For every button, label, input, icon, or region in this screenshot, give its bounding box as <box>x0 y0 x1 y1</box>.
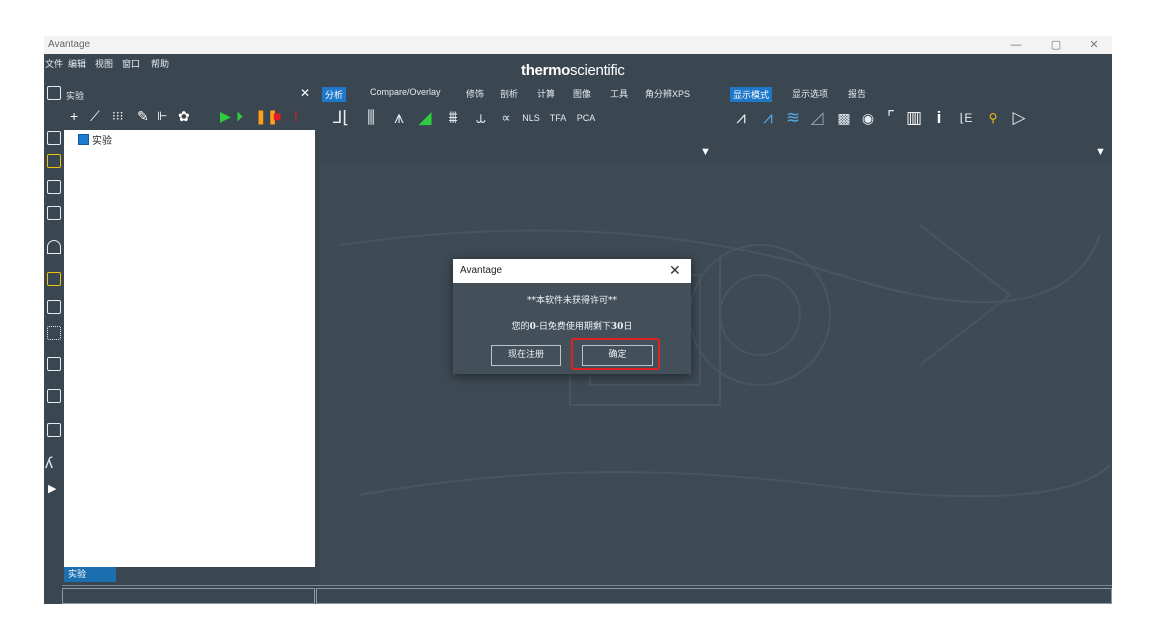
element-id-icon[interactable]: ⫼ <box>360 107 382 129</box>
checklist-icon[interactable] <box>47 423 61 437</box>
nls-icon[interactable]: NLS <box>520 107 542 129</box>
status-bar <box>62 585 1112 604</box>
spectrum-icon[interactable]: ʎ <box>45 455 53 473</box>
grid-icon[interactable]: ⁝⁝⁝ <box>112 108 123 124</box>
tab-analysis[interactable]: 分析 <box>322 87 347 102</box>
display-map-icon[interactable]: ▩ <box>833 107 855 129</box>
new-document-icon[interactable] <box>47 86 61 100</box>
pca-icon[interactable]: PCA <box>575 107 597 129</box>
tab-experiment[interactable]: 实验 <box>64 567 116 582</box>
register-now-button[interactable]: 现在注册 <box>491 345 561 366</box>
menu-file[interactable]: 文件 <box>45 57 63 70</box>
expand-right-icon[interactable]: ▶ <box>48 482 56 495</box>
menu-window[interactable]: 窗口 <box>122 57 140 70</box>
tab-display-mode[interactable]: 显示模式 <box>730 87 773 102</box>
add-icon[interactable]: + <box>70 108 78 124</box>
tab-profile[interactable]: 剖析 <box>500 87 518 100</box>
window-titlebar: Avantage — ▢ ✕ <box>44 36 1112 54</box>
restore-button[interactable]: ▢ <box>1039 36 1073 54</box>
step-play-icon[interactable]: ⏵ <box>236 108 243 124</box>
line-icon[interactable]: ⟋ <box>90 108 100 124</box>
panel-icon[interactable] <box>47 300 61 314</box>
display-bar-icon[interactable]: ▥ <box>903 107 925 129</box>
selection-icon[interactable] <box>47 326 61 340</box>
menu-view[interactable]: 视图 <box>95 57 113 70</box>
dialog-close-button[interactable]: ✕ <box>669 262 681 279</box>
tab-tools[interactable]: 工具 <box>610 87 628 100</box>
experiment-panel-close-button[interactable]: ✕ <box>300 86 310 100</box>
grid-add-icon[interactable] <box>47 154 61 168</box>
tab-arxps[interactable]: 角分辨XPS <box>645 87 690 100</box>
workspace-area[interactable] <box>320 165 1112 585</box>
tab-modify[interactable]: 修饰 <box>466 87 484 100</box>
status-cell <box>62 588 315 604</box>
quantify-icon[interactable]: ⩩ <box>442 107 464 129</box>
deconvolve-icon[interactable]: ⥿ <box>470 107 492 129</box>
display-stack-icon[interactable]: ≋ <box>782 107 804 129</box>
save-icon[interactable] <box>47 180 61 194</box>
play-icon[interactable]: ▶ <box>220 108 231 124</box>
alert-icon[interactable]: ! <box>294 108 298 124</box>
tree-item-experiment[interactable]: 实验 <box>68 132 112 147</box>
folder-icon[interactable] <box>47 131 61 145</box>
minimize-button[interactable]: — <box>999 36 1033 54</box>
settings-wheel-icon[interactable] <box>47 272 61 286</box>
pen-icon[interactable]: ✎ <box>137 108 149 124</box>
background-watermark <box>339 224 1111 498</box>
collapse-toolbar-icon[interactable]: ▼ <box>1095 146 1106 158</box>
info-icon[interactable]: i <box>928 107 950 129</box>
ok-button[interactable]: 确定 <box>582 345 653 366</box>
close-window-button[interactable]: ✕ <box>1077 36 1111 54</box>
status-cell <box>316 588 1112 604</box>
tab-compare-overlay[interactable]: Compare/Overlay <box>370 87 441 97</box>
menu-help[interactable]: 帮助 <box>151 57 169 70</box>
peak-id-icon[interactable]: ⅃⌊ <box>330 107 352 129</box>
experiment-node-icon <box>78 134 89 145</box>
smooth-icon[interactable]: ∝ <box>495 107 517 129</box>
tab-display-options[interactable]: 显示选项 <box>792 87 828 100</box>
display-dc-icon[interactable]: ▷ <box>1008 107 1030 129</box>
properties-icon[interactable] <box>47 389 61 403</box>
tab-report[interactable]: 报告 <box>848 87 866 100</box>
window-title: Avantage <box>48 39 91 50</box>
fit-peak-icon[interactable]: ⩚ <box>388 107 410 129</box>
table-icon[interactable] <box>47 357 61 371</box>
spectrum-fill-icon[interactable]: ◢ <box>414 107 436 129</box>
tab-calculate[interactable]: 计算 <box>537 87 555 100</box>
experiment-tree[interactable] <box>64 130 315 567</box>
display-overlay-icon[interactable]: ⩘ <box>757 107 779 129</box>
dialog-title: Avantage <box>460 265 503 276</box>
dialog-message-trial: 您的0-日免费使用期剩下30日 <box>511 322 633 332</box>
brand-logo: thermoscientific <box>521 62 625 79</box>
display-marker-icon[interactable]: ⚲ <box>982 107 1004 129</box>
tfa-icon[interactable]: TFA <box>547 107 569 129</box>
display-line-icon[interactable]: ⩘ <box>730 107 752 129</box>
tree-icon[interactable]: ⊩ <box>157 108 167 124</box>
dialog-message-license: **本软件未获得许可** <box>526 296 617 306</box>
display-le-icon[interactable]: ⌊E <box>955 107 977 129</box>
gear-icon[interactable]: ✿ <box>178 108 190 124</box>
license-dialog: Avantage ✕ **本软件未获得许可** 您的0-日免费使用期剩下30日 … <box>453 259 691 374</box>
display-3d-icon[interactable]: ◿ <box>806 107 828 129</box>
dialog-titlebar: Avantage ✕ <box>453 259 691 283</box>
display-scatter-icon[interactable]: ⌜ <box>880 107 902 129</box>
peak-icon[interactable] <box>47 240 61 254</box>
stop-icon[interactable]: ■ <box>273 108 281 124</box>
collapse-toolbar-icon[interactable]: ▼ <box>700 146 711 158</box>
experiment-panel-title: 实验 <box>66 91 85 101</box>
display-contour-icon[interactable]: ◉ <box>857 107 879 129</box>
menu-edit[interactable]: 编辑 <box>68 57 86 70</box>
print-icon[interactable] <box>47 206 61 220</box>
experiment-panel-header <box>62 86 318 106</box>
tab-image[interactable]: 图像 <box>573 87 591 100</box>
